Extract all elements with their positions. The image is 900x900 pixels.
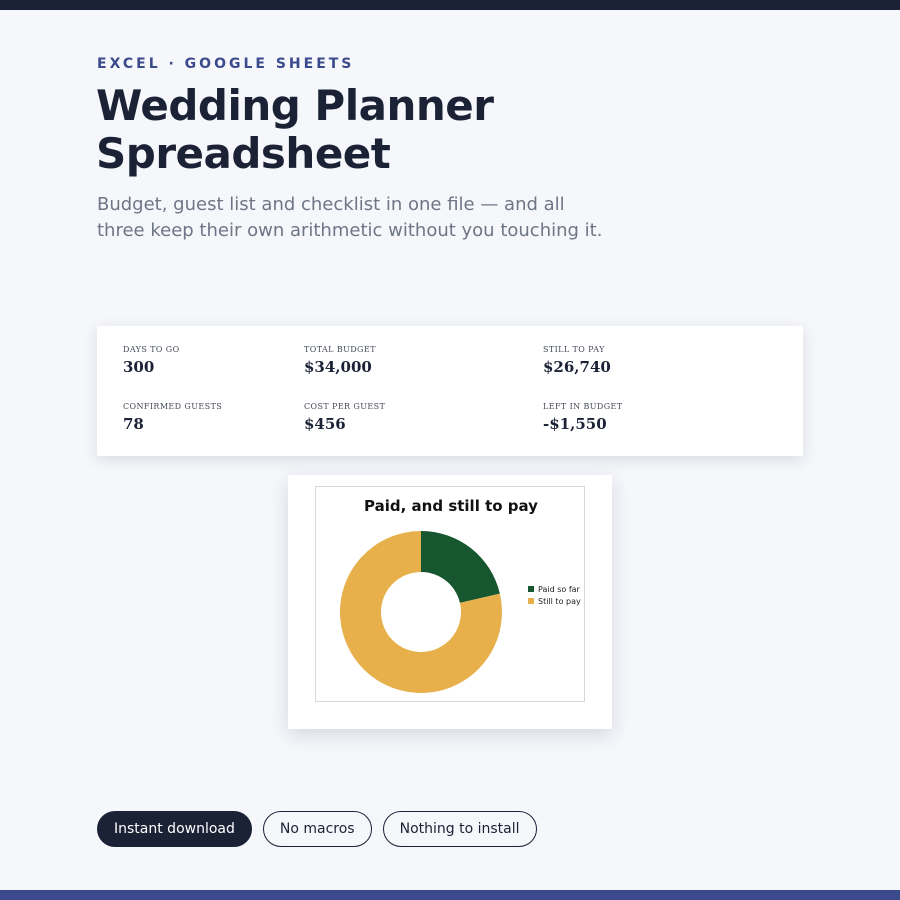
eyebrow-platforms: EXCEL · GOOGLE SHEETS [97,56,355,72]
kpi-days-to-go: DAYS TO GO 300 [123,345,180,376]
kpi-value: 300 [123,358,155,376]
instant-download-button[interactable]: Instant download [97,811,252,847]
nothing-to-install-pill[interactable]: Nothing to install [382,811,537,847]
kpi-value: $26,740 [543,358,611,376]
kpi-value: $34,000 [304,358,372,376]
legend-swatch-paid [528,586,534,592]
legend-item-still-to-pay: Still to pay [528,595,581,607]
no-macros-pill[interactable]: No macros [262,811,372,847]
feature-pills: Instant download No macros Nothing to in… [97,811,537,847]
kpi-label: CONFIRMED GUESTS [123,402,223,411]
legend-label: Still to pay [538,596,581,606]
legend-label: Paid so far [538,584,580,594]
kpi-total-budget: TOTAL BUDGET $34,000 [304,345,376,376]
chart-legend: Paid so far Still to pay [528,583,581,607]
chart-card: Paid, and still to pay Paid so far Still… [288,475,612,729]
kpi-label: COST PER GUEST [304,402,386,411]
kpi-cost-per-guest: COST PER GUEST $456 [304,402,385,433]
kpi-label: STILL TO PAY [543,345,605,354]
donut-slice-paid-so-far [421,531,500,603]
kpi-dashboard-card: DAYS TO GO 300 TOTAL BUDGET $34,000 STIL… [97,326,803,456]
kpi-still-to-pay: STILL TO PAY $26,740 [543,345,611,376]
page-title: Wedding Planner Spreadsheet [96,81,494,178]
kpi-value: $456 [304,415,346,433]
page-subtitle: Budget, guest list and checklist in one … [97,194,603,241]
chart-frame: Paid, and still to pay Paid so far Still… [315,486,585,702]
kpi-value: -$1,550 [543,415,607,433]
legend-item-paid: Paid so far [528,583,581,595]
kpi-confirmed-guests: CONFIRMED GUESTS 78 [123,402,222,433]
kpi-value: 78 [123,415,144,433]
kpi-left-in-budget: LEFT IN BUDGET -$1,550 [543,402,623,433]
bottom-accent-bar [0,890,900,900]
legend-swatch-still-to-pay [528,598,534,604]
kpi-label: TOTAL BUDGET [304,345,376,354]
kpi-label: LEFT IN BUDGET [543,402,623,411]
top-accent-bar [0,0,900,10]
kpi-label: DAYS TO GO [123,345,180,354]
